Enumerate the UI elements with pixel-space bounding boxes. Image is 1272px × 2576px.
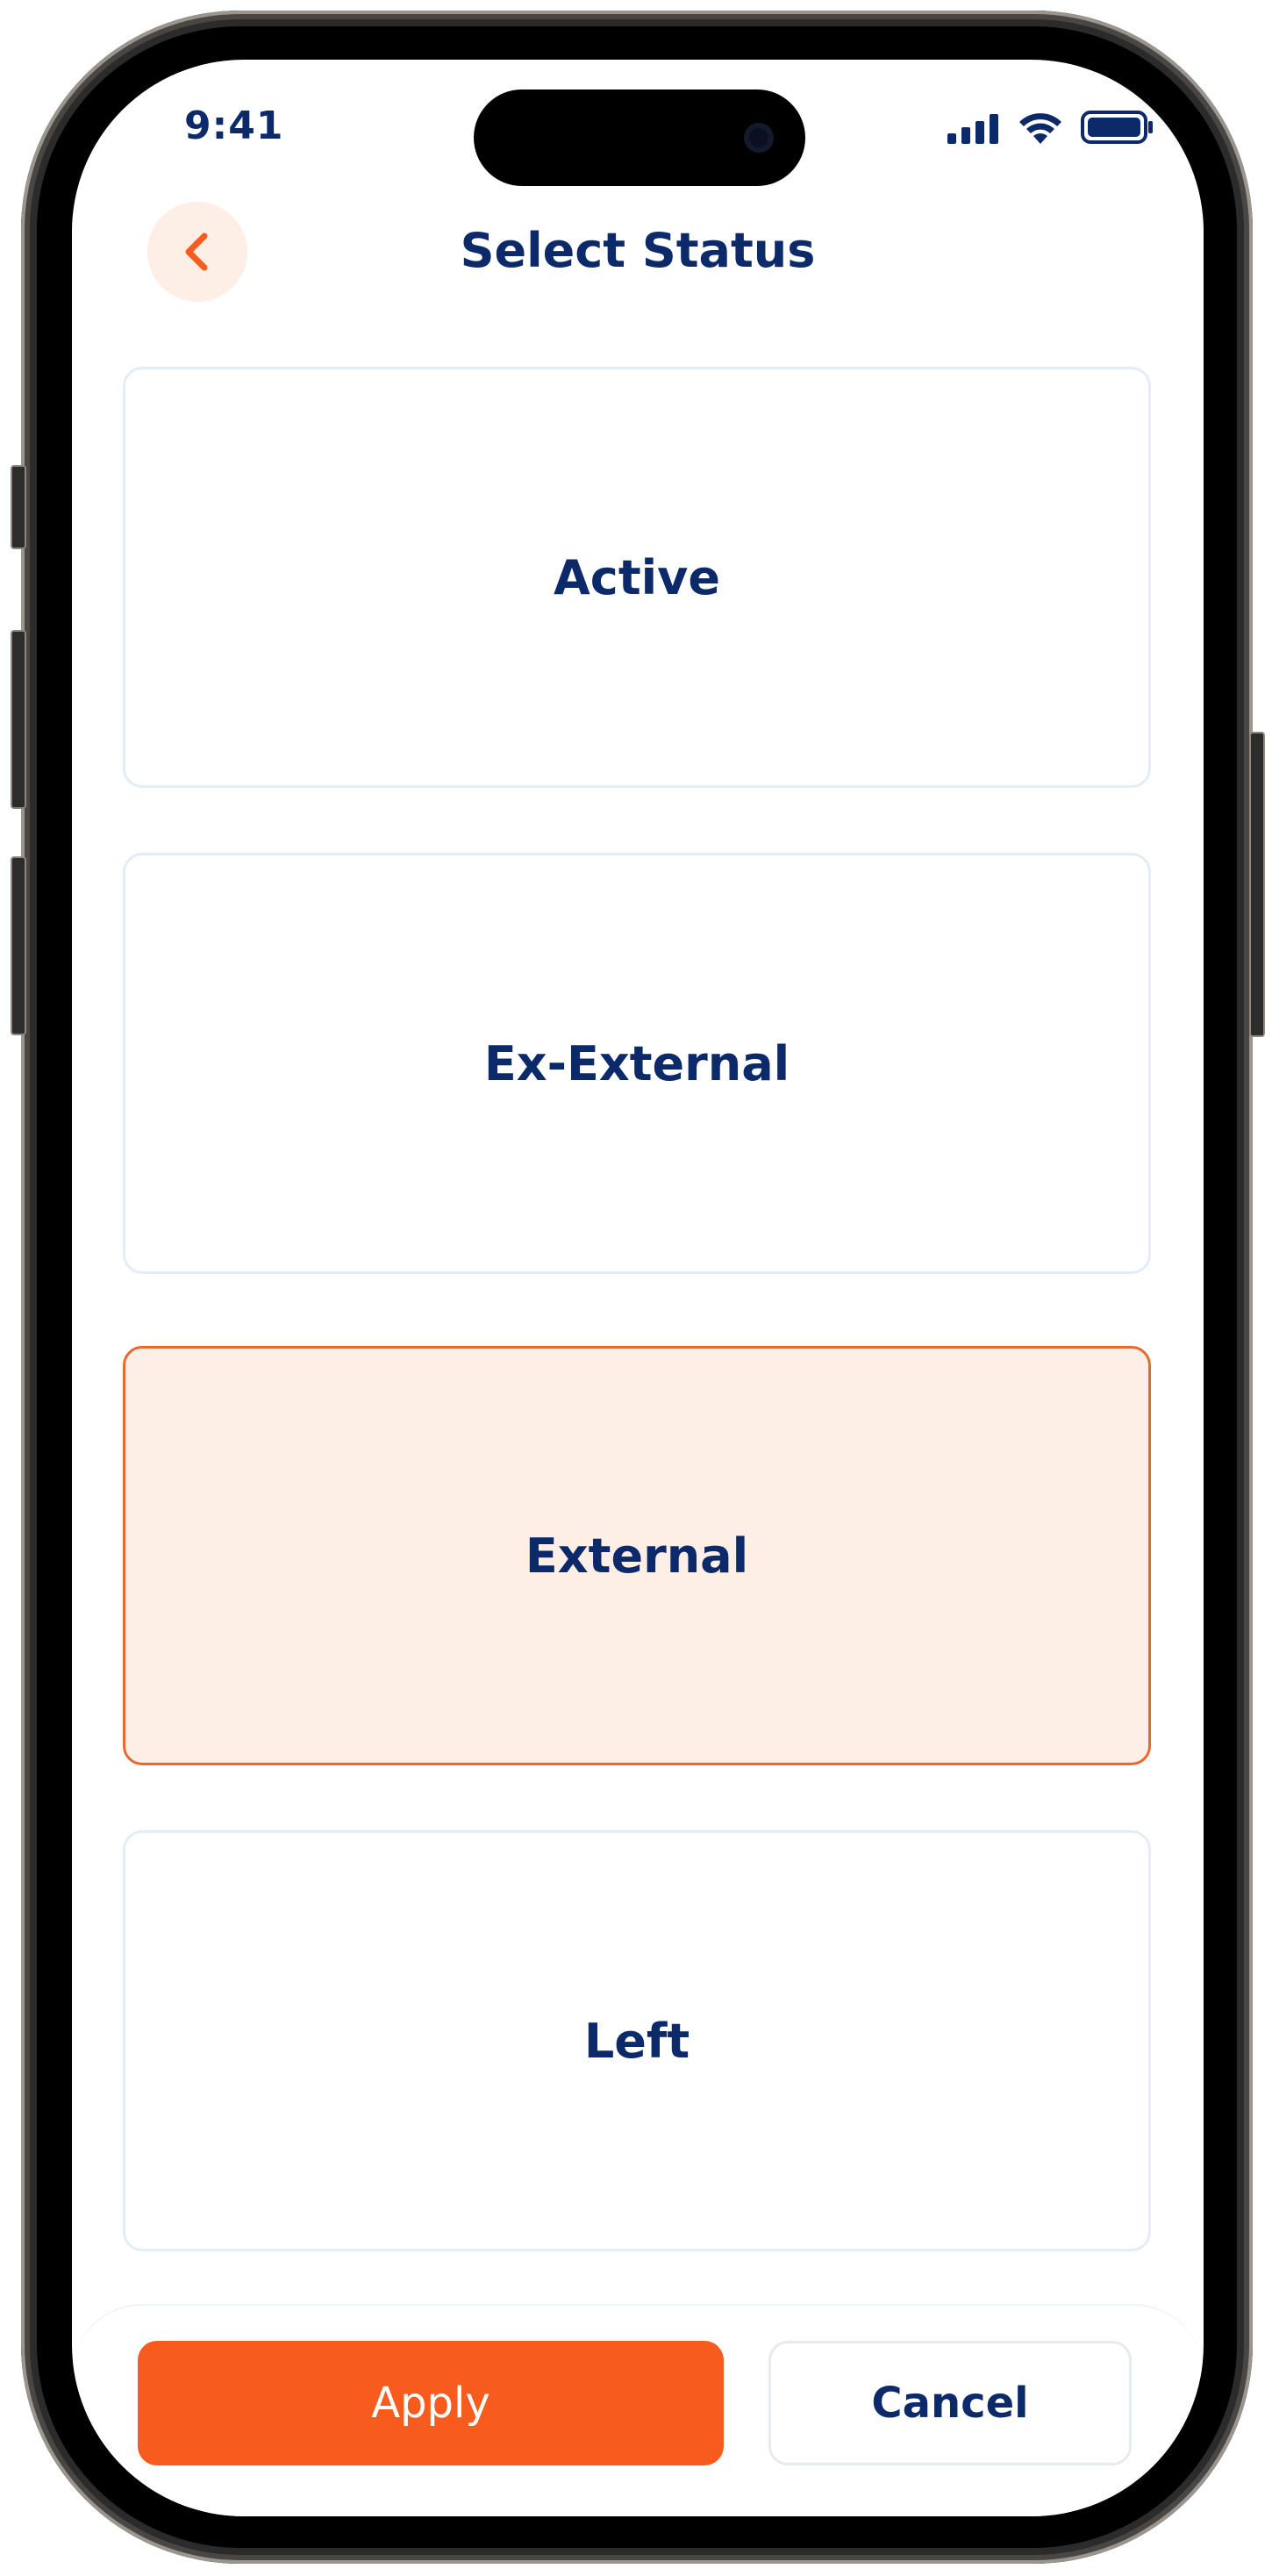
wifi-icon <box>1019 113 1061 144</box>
option-label: Ex-External <box>483 1035 790 1091</box>
screen: 9:41 Select Status Active Ex-External Ex… <box>72 60 1204 2516</box>
battery-icon <box>1081 111 1153 144</box>
option-label: External <box>525 1528 749 1584</box>
status-option-ex-external[interactable]: Ex-External <box>123 853 1151 1274</box>
status-icons <box>947 111 1154 144</box>
option-label: Left <box>583 2013 690 2069</box>
camera-icon <box>744 123 774 153</box>
status-option-external[interactable]: External <box>123 1346 1151 1765</box>
status-option-active[interactable]: Active <box>123 367 1151 788</box>
dynamic-island <box>474 89 805 186</box>
volume-down-button <box>11 856 26 1035</box>
volume-up-button <box>11 630 26 809</box>
page-title: Select Status <box>460 223 816 278</box>
status-time: 9:41 <box>184 104 284 148</box>
status-option-left[interactable]: Left <box>123 1830 1151 2251</box>
apply-button[interactable]: Apply <box>138 2341 724 2465</box>
option-label: Active <box>554 549 720 605</box>
cancel-button[interactable]: Cancel <box>768 2341 1132 2465</box>
power-button <box>1249 732 1265 1037</box>
cellular-signal-icon <box>947 114 998 144</box>
mute-switch <box>11 465 26 549</box>
